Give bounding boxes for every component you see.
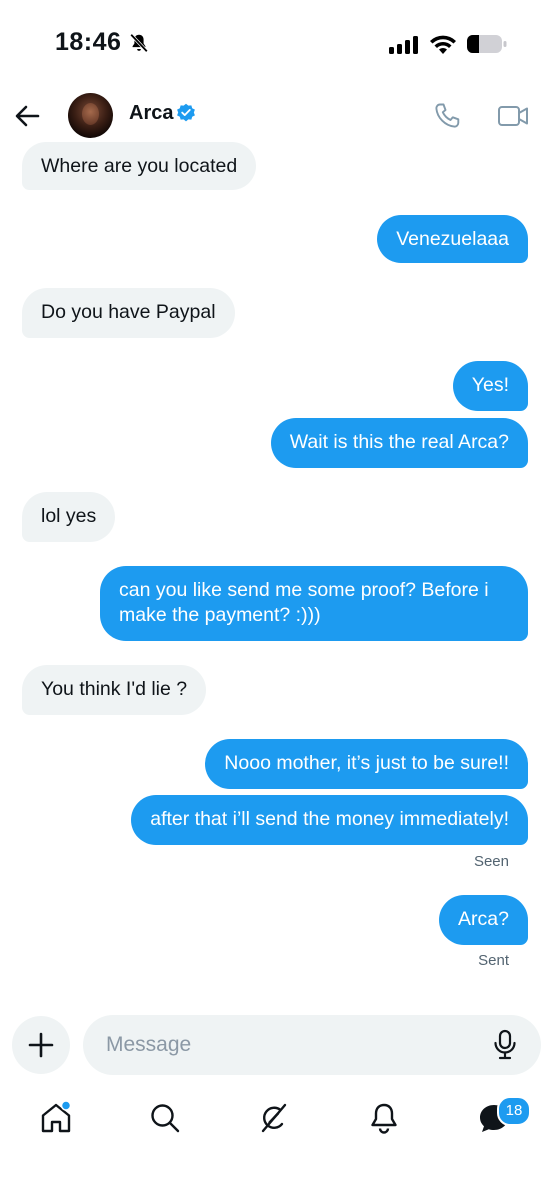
status-time: 18:46	[55, 28, 122, 56]
bell-slash-icon	[130, 33, 148, 53]
messages-unread-badge: 18	[497, 1096, 531, 1126]
status-bar: 18:46	[0, 0, 552, 88]
message-incoming[interactable]: lol yes	[22, 492, 116, 542]
cellular-signal-icon	[389, 36, 418, 54]
wifi-icon	[430, 35, 456, 54]
bottom-tab-bar	[0, 1090, 552, 1150]
notifications-bell-icon[interactable]	[366, 1100, 402, 1136]
sent-receipt: Sent	[478, 952, 509, 969]
message-incoming[interactable]: Do you have Paypal	[22, 288, 235, 338]
microphone-icon[interactable]	[490, 1029, 520, 1061]
verified-badge-icon	[177, 103, 195, 122]
message-composer	[0, 1014, 552, 1080]
message-list[interactable]: Where are you located Venezuelaaa Do you…	[0, 138, 552, 998]
message-incoming[interactable]: You think I'd lie ?	[22, 665, 207, 715]
message-incoming[interactable]: Where are you located	[22, 142, 257, 190]
message-input[interactable]	[83, 1015, 541, 1075]
message-outgoing[interactable]: can you like send me some proof? Before …	[100, 566, 528, 641]
search-icon[interactable]	[147, 1100, 183, 1136]
message-outgoing[interactable]: Yes!	[452, 361, 528, 411]
avatar[interactable]	[68, 93, 113, 138]
home-indicator-area	[0, 1150, 552, 1200]
message-outgoing[interactable]: after that i’ll send the money immediate…	[131, 795, 528, 845]
message-outgoing[interactable]: Venezuelaaa	[377, 215, 528, 263]
contact-name[interactable]: Arca	[129, 102, 173, 125]
add-attachment-button[interactable]	[12, 1016, 70, 1074]
read-receipt: Seen	[473, 853, 509, 870]
message-outgoing[interactable]: Wait is this the real Arca?	[270, 418, 528, 468]
grok-icon[interactable]	[256, 1100, 292, 1136]
video-camera-icon[interactable]	[497, 101, 529, 131]
phone-icon[interactable]	[432, 101, 462, 131]
home-icon[interactable]	[38, 1100, 74, 1136]
message-outgoing[interactable]: Arca?	[439, 895, 528, 945]
plus-icon	[28, 1032, 54, 1058]
back-arrow-icon[interactable]	[12, 100, 44, 132]
battery-icon	[467, 35, 507, 53]
message-outgoing[interactable]: Nooo mother, it’s just to be sure!!	[205, 739, 528, 789]
